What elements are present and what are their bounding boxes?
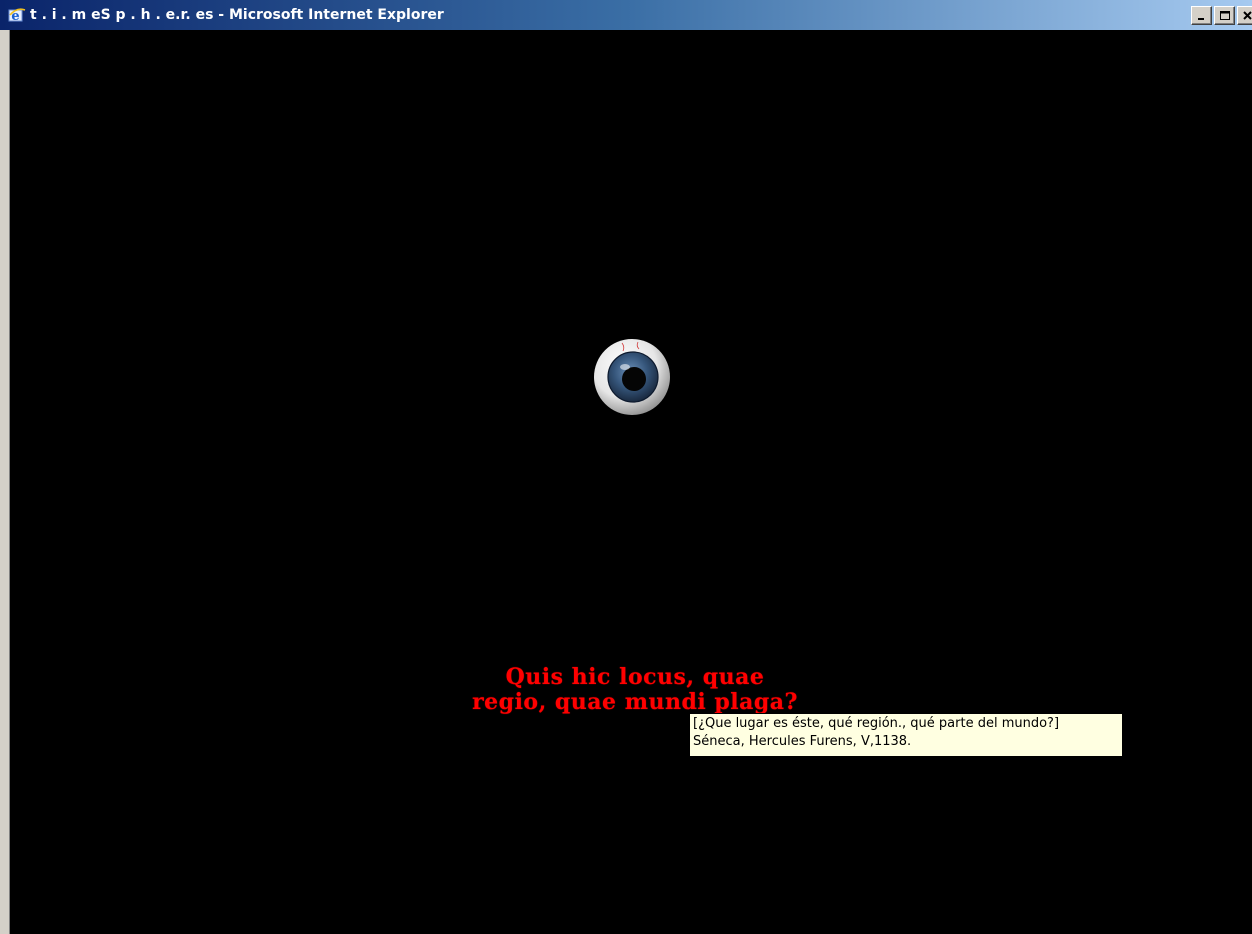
maximize-icon	[1220, 11, 1230, 20]
ie-icon[interactable]: e	[8, 6, 26, 24]
tooltip-translation: [¿Que lugar es éste, qué región., qué pa…	[693, 716, 1060, 731]
quote-line-1: Quis hic locus, quae	[505, 664, 765, 690]
maximize-button[interactable]	[1214, 6, 1235, 25]
tooltip: [¿Que lugar es éste, qué región., qué pa…	[689, 713, 1123, 757]
minimize-button[interactable]	[1191, 6, 1212, 25]
page-content	[10, 30, 1252, 934]
quote-line-2: regio, quae mundi plaga?	[472, 689, 798, 715]
window-controls	[1191, 6, 1252, 25]
window-title: t . i . m eS p . h . e.r. es - Microsoft…	[30, 7, 444, 23]
close-button[interactable]	[1237, 6, 1252, 25]
tooltip-citation: Séneca, Hercules Furens, V,1138.	[693, 734, 912, 749]
browser-window: e t . i . m eS p . h . e.r. es - Microso…	[0, 0, 1252, 934]
latin-quote: Quis hic locus, quae regio, quae mundi p…	[390, 665, 880, 715]
minimize-icon	[1198, 18, 1204, 20]
eyeball-icon[interactable]	[592, 337, 672, 417]
window-left-border	[0, 30, 10, 934]
title-bar[interactable]: e t . i . m eS p . h . e.r. es - Microso…	[0, 0, 1252, 30]
close-icon	[1243, 11, 1252, 20]
